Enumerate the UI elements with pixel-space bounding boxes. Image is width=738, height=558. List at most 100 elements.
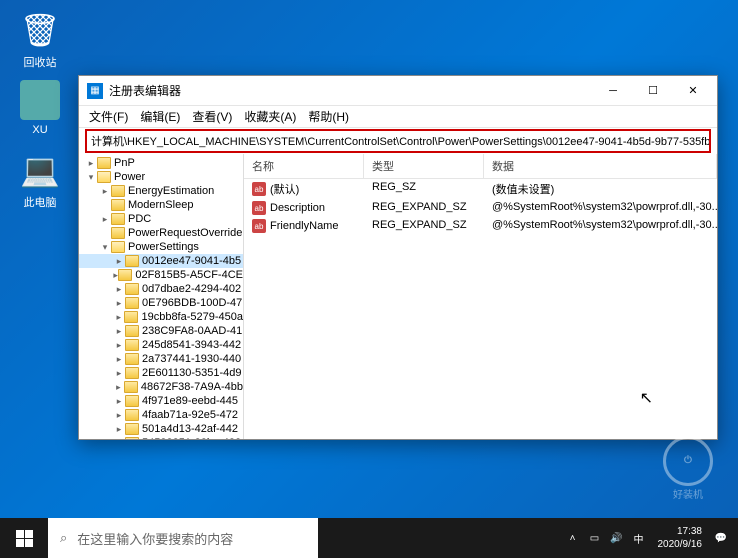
tree-item[interactable]: ▸02F815B5-A5CF-4CE	[79, 268, 243, 282]
value-row[interactable]: abDescriptionREG_EXPAND_SZ@%SystemRoot%\…	[244, 199, 717, 217]
tree-item[interactable]: ▸ 0012ee47-9041-4b5	[79, 254, 243, 268]
taskbar-clock[interactable]: 17:38 2020/9/16	[652, 525, 709, 551]
tree-item[interactable]: ▾ PowerSettings	[79, 240, 243, 254]
tree-caret-icon[interactable]: ▸	[85, 158, 97, 169]
tree-item[interactable]: ▸ EnergyEstimation	[79, 184, 243, 198]
regedit-window: ▦ 注册表编辑器 ─ ☐ ✕ 文件(F) 编辑(E) 查看(V) 收藏夹(A) …	[78, 75, 718, 440]
tree-label: PnP	[114, 157, 135, 169]
tree-caret-icon[interactable]: ▾	[99, 242, 111, 253]
value-type: REG_SZ	[364, 181, 484, 197]
tree-caret-icon[interactable]: ▸	[113, 326, 125, 337]
desktop-icon-computer[interactable]: 💻 此电脑	[10, 150, 70, 210]
tree-panel[interactable]: ▸PnP▾Power▸EnergyEstimationModernSleep▸P…	[79, 154, 244, 439]
tree-item[interactable]: ▸ 4f971e89-eebd-445	[79, 394, 243, 408]
tree-item[interactable]: ▸2E601130-5351-4d9	[79, 366, 243, 380]
reg-string-icon: ab	[252, 219, 266, 233]
tree-label: 245d8541-3943-442	[142, 339, 241, 351]
tree-item[interactable]: ▸ 4faab71a-92e5-472	[79, 408, 243, 422]
tree-item[interactable]: ModernSleep	[79, 198, 243, 212]
tree-item[interactable]: ▸ PnP	[79, 156, 243, 170]
tray-up-icon[interactable]: ˄	[564, 529, 582, 547]
desktop-icon-recycle[interactable]: 🗑 回收站	[10, 10, 70, 70]
tree-item[interactable]: ▸501a4d13-42af-442	[79, 422, 243, 436]
tree-item[interactable]: PowerRequestOverride	[79, 226, 243, 240]
tree-caret-icon[interactable]: ▸	[99, 214, 111, 225]
tree-caret-icon[interactable]: ▸	[99, 186, 111, 197]
maximize-button[interactable]: ☐	[633, 77, 673, 105]
col-header-data[interactable]: 数据	[484, 154, 717, 178]
folder-icon	[111, 227, 125, 239]
col-header-type[interactable]: 类型	[364, 154, 484, 178]
reg-string-icon: ab	[252, 182, 266, 196]
tree-label: ModernSleep	[128, 199, 193, 211]
tree-item[interactable]: ▸54533251-82be-482	[79, 436, 243, 439]
tree-label: 19cbb8fa-5279-450a	[141, 311, 243, 323]
tree-label: 02F815B5-A5CF-4CE	[135, 269, 243, 281]
tree-caret-icon[interactable]: ▸	[113, 298, 125, 309]
menu-edit[interactable]: 编辑(E)	[134, 106, 186, 127]
tree-caret-icon[interactable]: ▸	[113, 284, 125, 295]
minimize-button[interactable]: ─	[593, 77, 633, 105]
tree-caret-icon[interactable]: ▸	[113, 424, 125, 435]
folder-icon	[124, 381, 138, 393]
computer-icon: 💻	[20, 150, 60, 190]
tree-caret-icon[interactable]: ▸	[113, 256, 125, 267]
tree-item[interactable]: ▸2a737441-1930-440	[79, 352, 243, 366]
folder-icon	[125, 367, 139, 379]
address-bar[interactable]: 计算机\HKEY_LOCAL_MACHINE\SYSTEM\CurrentCon…	[85, 129, 711, 153]
tree-caret-icon[interactable]: ▸	[113, 312, 124, 323]
tree-caret-icon[interactable]: ▸	[113, 354, 125, 365]
windows-logo-icon	[16, 530, 33, 547]
tree-item[interactable]: ▾Power	[79, 170, 243, 184]
close-button[interactable]: ✕	[673, 77, 713, 105]
tree-label: 0012ee47-9041-4b5	[142, 255, 241, 267]
value-data: (数值未设置)	[484, 181, 717, 197]
tree-item[interactable]: ▸ PDC	[79, 212, 243, 226]
folder-icon	[125, 353, 139, 365]
tree-item[interactable]: ▸ 0d7dbae2-4294-402	[79, 282, 243, 296]
tray-volume-icon[interactable]: 🔊	[608, 529, 626, 547]
tree-caret-icon[interactable]: ▸	[113, 340, 125, 351]
tree-label: PDC	[128, 213, 151, 225]
values-header: 名称 类型 数据	[244, 154, 717, 179]
watermark: ⏻ 好装机	[648, 428, 728, 508]
tree-item[interactable]: ▸ 19cbb8fa-5279-450a	[79, 310, 243, 324]
tree-caret-icon[interactable]: ▸	[113, 382, 124, 393]
notifications-icon[interactable]: 💬	[712, 529, 730, 547]
menu-help[interactable]: 帮助(H)	[302, 106, 355, 127]
taskbar-search[interactable]: ⌕ 在这里输入你要搜索的内容	[48, 518, 318, 558]
menu-file[interactable]: 文件(F)	[83, 106, 134, 127]
menu-favorites[interactable]: 收藏夹(A)	[238, 106, 302, 127]
menu-view[interactable]: 查看(V)	[186, 106, 238, 127]
tree-label: EnergyEstimation	[128, 185, 214, 197]
tree-label: 4faab71a-92e5-472	[142, 409, 238, 421]
tree-caret-icon[interactable]: ▸	[113, 368, 125, 379]
tree-caret-icon[interactable]: ▸	[113, 438, 125, 440]
folder-icon	[111, 199, 125, 211]
folder-icon	[97, 157, 111, 169]
tree-item[interactable]: ▸ 245d8541-3943-442	[79, 338, 243, 352]
start-button[interactable]	[0, 518, 48, 558]
folder-icon	[125, 283, 139, 295]
tray-ime-icon[interactable]: 中	[630, 529, 648, 547]
tree-item[interactable]: ▸0E796BDB-100D-47	[79, 296, 243, 310]
tray-network-icon[interactable]: ▭	[586, 529, 604, 547]
folder-icon	[125, 409, 139, 421]
tree-item[interactable]: ▸48672F38-7A9A-4bb	[79, 380, 243, 394]
col-header-name[interactable]: 名称	[244, 154, 364, 178]
tree-item[interactable]: ▸238C9FA8-0AAD-41	[79, 324, 243, 338]
value-row[interactable]: ab(默认)REG_SZ(数值未设置)	[244, 179, 717, 199]
tree-label: 0d7dbae2-4294-402	[142, 283, 241, 295]
tree-caret-icon[interactable]: ▸	[113, 396, 125, 407]
titlebar[interactable]: ▦ 注册表编辑器 ─ ☐ ✕	[79, 76, 717, 106]
folder-icon	[125, 423, 139, 435]
tree-label: 4f971e89-eebd-445	[142, 395, 238, 407]
app-icon: ▦	[87, 83, 103, 99]
tree-caret-icon[interactable]: ▸	[113, 410, 125, 421]
user-icon	[20, 80, 60, 120]
value-type: REG_EXPAND_SZ	[364, 219, 484, 233]
value-row[interactable]: abFriendlyNameREG_EXPAND_SZ@%SystemRoot%…	[244, 217, 717, 235]
tree-caret-icon[interactable]: ▾	[85, 172, 97, 183]
tree-label: PowerSettings	[128, 241, 199, 253]
desktop-icon-user[interactable]: XU	[10, 80, 70, 136]
